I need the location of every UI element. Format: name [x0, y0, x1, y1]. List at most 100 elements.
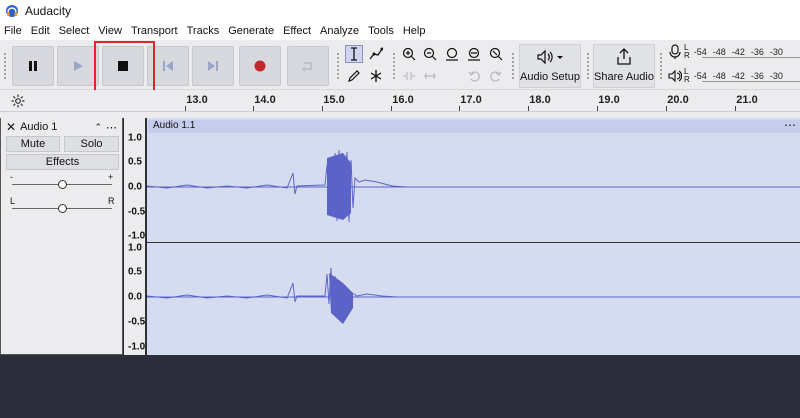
toolbar-grip[interactable] — [586, 52, 590, 80]
scale-label: 0.0 — [128, 291, 142, 303]
audio-setup-label: Audio Setup — [520, 71, 580, 83]
ruler-tick-label: 16.0 — [392, 94, 414, 106]
envelope-icon — [369, 47, 383, 60]
ruler-tick-label: 14.0 — [254, 94, 276, 106]
record-button[interactable] — [239, 46, 281, 86]
selection-tool-button[interactable] — [345, 45, 363, 63]
meter-tick-label: -42 — [731, 47, 745, 57]
meter-tick-label: -48 — [712, 71, 726, 81]
ruler-tick — [666, 106, 667, 111]
menu-view[interactable]: View — [98, 25, 122, 37]
playback-meter[interactable]: L R -54 -48 -42 -36 -30 — [668, 66, 800, 86]
trim-icon — [403, 72, 415, 80]
ruler-tick — [185, 106, 186, 111]
zoom-selection-icon — [446, 47, 458, 61]
play-button[interactable] — [57, 46, 99, 86]
scale-label: 1.0 — [128, 132, 142, 144]
mute-button[interactable]: Mute — [6, 136, 60, 152]
menu-select[interactable]: Select — [59, 25, 90, 37]
clip-header[interactable]: Audio 1.1 ⋯ — [148, 118, 800, 133]
meter-tick-label: -42 — [731, 71, 745, 81]
menu-help[interactable]: Help — [403, 25, 426, 37]
speaker-icon — [668, 69, 682, 83]
draw-tool-button[interactable] — [345, 67, 363, 85]
track-menu-icon[interactable]: ⋯ — [106, 121, 117, 134]
scale-label: -0.5 — [128, 316, 146, 328]
scale-label: -0.5 — [128, 206, 146, 218]
timeline-options-button[interactable] — [10, 93, 26, 109]
zoom-fit-icon — [468, 47, 480, 61]
share-audio-label: Share Audio — [594, 71, 654, 83]
menu-bar: File Edit Select View Transport Tracks G… — [0, 22, 800, 40]
menu-effect[interactable]: Effect — [283, 25, 311, 37]
close-track-icon[interactable]: ✕ — [6, 120, 16, 134]
menu-tracks[interactable]: Tracks — [187, 25, 220, 37]
menu-edit[interactable]: Edit — [31, 25, 50, 37]
playback-meter-channels: L R — [684, 67, 690, 84]
skip-to-end-button[interactable] — [192, 46, 234, 86]
collapse-track-icon[interactable]: ⌃ — [94, 122, 102, 133]
loop-icon — [301, 62, 312, 72]
silence-selection-button[interactable] — [421, 67, 439, 85]
redo-button[interactable] — [487, 67, 505, 85]
toolbar-grip[interactable] — [511, 52, 515, 80]
pause-button[interactable] — [12, 46, 54, 86]
pause-icon — [29, 61, 37, 71]
meter-tick-label: -36 — [750, 71, 764, 81]
multi-tool-button[interactable] — [367, 67, 385, 85]
zoom-in-button[interactable] — [400, 45, 418, 63]
ruler-tick — [322, 106, 323, 111]
ruler-tick-label: 21.0 — [736, 94, 758, 106]
effects-button[interactable]: Effects — [6, 154, 119, 170]
recording-meter[interactable]: L R -54 -48 -42 -36 -30 — [668, 42, 800, 62]
empty-project-area — [0, 355, 800, 418]
toolbar-grip[interactable] — [336, 52, 340, 80]
ruler-tick — [735, 106, 736, 111]
gain-minus-label: - — [10, 172, 13, 182]
fit-selection-button[interactable] — [443, 45, 461, 63]
title-bar: Audacity — [0, 0, 800, 22]
trim-outside-button[interactable] — [400, 67, 418, 85]
gain-slider-thumb[interactable] — [58, 180, 67, 189]
skip-to-end-icon — [208, 61, 218, 71]
menu-file[interactable]: File — [4, 25, 22, 37]
ruler-tick-label: 19.0 — [598, 94, 620, 106]
channel-right-background — [147, 243, 800, 355]
toolbar-grip[interactable] — [659, 52, 663, 80]
meter-tick-label: -54 — [693, 47, 707, 57]
asterisk-icon — [370, 70, 382, 82]
audio-setup-button[interactable]: Audio Setup — [519, 44, 581, 88]
solo-button[interactable]: Solo — [64, 136, 119, 152]
menu-transport[interactable]: Transport — [131, 25, 178, 37]
undo-button[interactable] — [465, 67, 483, 85]
zoom-out-button[interactable] — [421, 45, 439, 63]
track-name[interactable]: Audio 1 — [20, 121, 57, 133]
envelope-tool-button[interactable] — [367, 45, 385, 63]
i-beam-icon — [351, 47, 357, 61]
loop-button[interactable] — [287, 46, 329, 86]
speaker-dropdown-icon — [537, 49, 563, 65]
toolbar-grip[interactable] — [392, 52, 396, 80]
pan-slider-thumb[interactable] — [58, 204, 67, 213]
toolbar-grip[interactable] — [3, 52, 7, 80]
waveform-area[interactable] — [147, 118, 800, 355]
waveform-svg — [147, 118, 800, 355]
channel-left-burst — [327, 153, 351, 220]
meter-tick-label: -48 — [712, 47, 726, 57]
zoom-out-icon — [423, 47, 437, 61]
channel-left-background — [147, 118, 800, 242]
clip-menu-icon[interactable]: ⋯ — [784, 118, 796, 132]
zoom-in-icon — [402, 47, 416, 61]
gain-plus-label: + — [108, 172, 114, 182]
fit-project-button[interactable] — [465, 45, 483, 63]
zoom-toggle-button[interactable] — [487, 45, 505, 63]
menu-tools[interactable]: Tools — [368, 25, 394, 37]
ruler-tick-label: 15.0 — [323, 94, 345, 106]
ruler-tick — [391, 106, 392, 111]
timeline-ruler[interactable]: 13.0 14.0 15.0 16.0 17.0 18.0 19.0 20.0 … — [0, 90, 800, 112]
menu-generate[interactable]: Generate — [228, 25, 274, 37]
vertical-amplitude-scale[interactable]: 1.0 0.5 0.0 -0.5 -1.0 1.0 0.5 0.0 -0.5 -… — [124, 118, 146, 355]
window-title: Audacity — [25, 4, 72, 18]
share-audio-button[interactable]: Share Audio — [593, 44, 655, 88]
menu-analyze[interactable]: Analyze — [320, 25, 359, 37]
